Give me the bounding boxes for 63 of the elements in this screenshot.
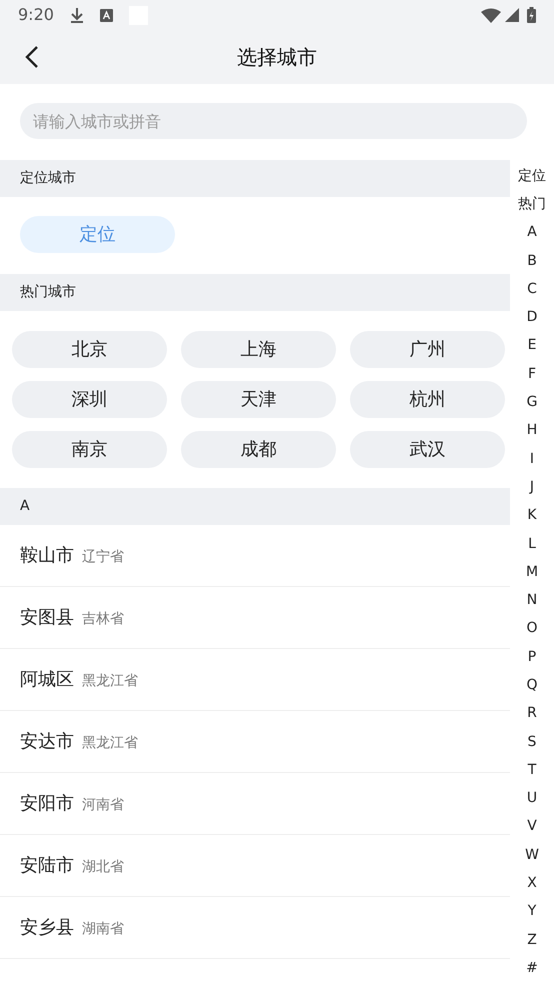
index-letter[interactable]: H <box>510 416 554 445</box>
index-letter[interactable]: V <box>510 812 554 842</box>
index-letter[interactable]: K <box>510 502 554 530</box>
index-letter[interactable]: A <box>510 218 554 247</box>
city-button[interactable]: 武汉 <box>350 431 505 468</box>
index-letter[interactable]: T <box>510 756 554 785</box>
city-name[interactable]: 阿城区 <box>20 666 74 693</box>
page-title: 选择城市 <box>237 44 317 71</box>
index-letter[interactable]: J <box>510 473 554 502</box>
section-header: A <box>0 488 510 525</box>
index-letter[interactable]: I <box>510 444 554 474</box>
index-letter[interactable]: Z <box>510 926 554 954</box>
city-button[interactable]: 成都 <box>181 431 336 468</box>
city-name[interactable]: 安图县 <box>20 604 74 631</box>
index-letter[interactable]: Q <box>510 671 554 700</box>
index-letter[interactable]: P <box>510 643 554 672</box>
index-letter[interactable]: U <box>510 784 554 813</box>
index-letter[interactable]: G <box>510 388 554 417</box>
city-button[interactable]: 深圳 <box>12 381 167 418</box>
section-header: 定位城市 <box>0 160 510 197</box>
province-name: 河南省 <box>82 796 124 815</box>
download-icon <box>70 7 84 23</box>
index-letter[interactable]: W <box>510 841 554 870</box>
city-name[interactable]: 安陆市 <box>20 852 74 879</box>
city-name[interactable]: 安阳市 <box>20 790 74 817</box>
battery-charging-icon <box>527 7 536 23</box>
city-name[interactable]: 安达市 <box>20 728 74 755</box>
index-letter[interactable]: R <box>510 700 554 728</box>
city-button[interactable]: 杭州 <box>350 381 505 418</box>
index-letter[interactable]: S <box>510 728 554 756</box>
province-name: 湖北省 <box>82 858 124 877</box>
index-letter[interactable]: Y <box>510 898 554 926</box>
index-letter[interactable]: N <box>510 586 554 615</box>
section-header: 热门城市 <box>0 274 510 311</box>
wifi-icon <box>481 8 501 22</box>
index-letter[interactable]: # <box>510 954 554 983</box>
index-letter[interactable]: X <box>510 869 554 898</box>
province-name: 吉林省 <box>82 610 124 629</box>
keyboard-app-icon <box>100 8 113 22</box>
index-letter[interactable]: O <box>510 614 554 644</box>
province-name: 黑龙江省 <box>82 734 138 753</box>
index-letter[interactable]: 热门 <box>510 190 554 219</box>
index-letter[interactable]: L <box>510 530 554 558</box>
province-name: 湖南省 <box>82 920 124 939</box>
index-letter[interactable]: F <box>510 360 554 388</box>
search-field[interactable]: 请输入城市或拼音 <box>20 103 527 139</box>
index-letter[interactable]: B <box>510 246 554 276</box>
index-letter[interactable]: C <box>510 275 554 304</box>
city-name[interactable]: 鞍山市 <box>20 542 74 569</box>
city-button[interactable]: 广州 <box>350 331 505 368</box>
city-button[interactable]: 天津 <box>181 381 336 418</box>
signal-icon <box>505 8 519 22</box>
province-name: 黑龙江省 <box>82 672 138 691</box>
city-name[interactable]: 安乡县 <box>20 914 74 941</box>
city-button[interactable]: 南京 <box>12 431 167 468</box>
index-letter[interactable]: D <box>510 303 554 332</box>
index-letter[interactable]: E <box>510 332 554 360</box>
province-name: 辽宁省 <box>82 548 124 567</box>
city-button[interactable]: 北京 <box>12 331 167 368</box>
index-letter[interactable]: 定位 <box>510 162 554 190</box>
index-letter[interactable]: M <box>510 558 554 586</box>
status-time: 9:20 <box>18 4 54 26</box>
city-button[interactable]: 上海 <box>181 331 336 368</box>
